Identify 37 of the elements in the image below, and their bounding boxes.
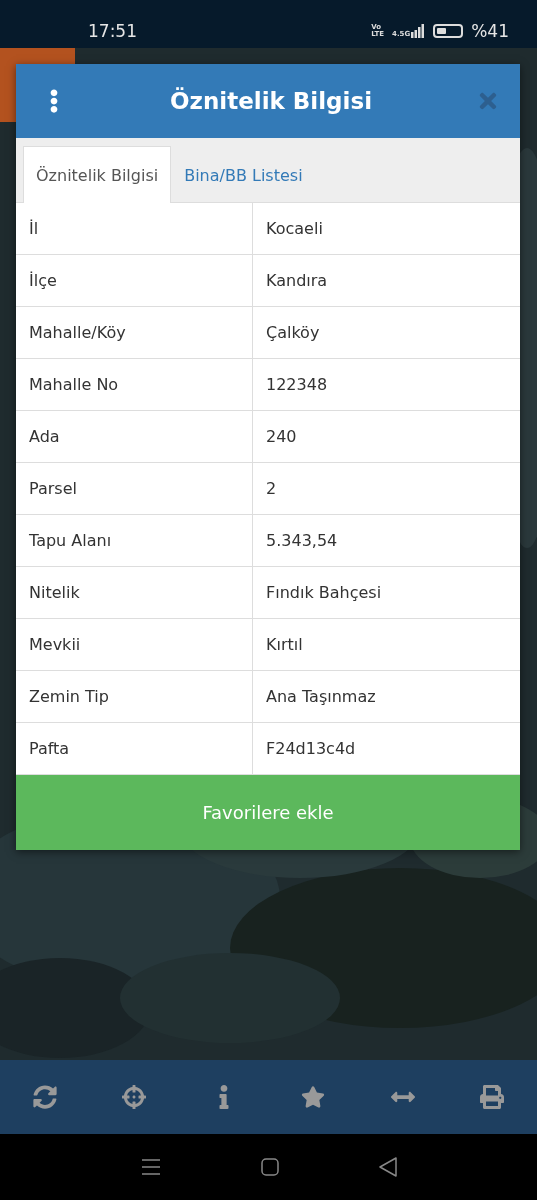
star-icon[interactable] xyxy=(301,1085,326,1109)
table-cell-text: 240 xyxy=(265,426,298,448)
signal-icon xyxy=(411,24,426,38)
back-icon[interactable] xyxy=(378,1157,397,1177)
battery-icon xyxy=(433,24,464,38)
table-cell-text: Kırtıl xyxy=(265,634,304,656)
battery-percent: %41 xyxy=(471,21,509,41)
table-cell-text: Kocaeli xyxy=(265,218,324,240)
table-cell-text: Kandıra xyxy=(265,270,329,292)
add-favorites-button[interactable]: Favorilere ekle xyxy=(16,775,520,850)
menu-icon[interactable] xyxy=(140,1158,161,1176)
table-cell: Parsel xyxy=(16,463,253,514)
table-cell: Mahalle/Köy xyxy=(16,307,253,358)
refresh-icon[interactable] xyxy=(32,1085,57,1109)
tab[interactable]: Öznitelik Bilgisi xyxy=(23,146,172,203)
table-cell: Zemin Tip xyxy=(16,671,253,722)
table-cell: Tapu Alanı xyxy=(16,515,253,566)
clock: 17:51 xyxy=(88,21,137,41)
table-cell-text: Fındık Bahçesi xyxy=(265,582,383,604)
home-icon[interactable] xyxy=(260,1158,279,1176)
table-cell-text: Çalköy xyxy=(265,322,321,344)
table-cell-text: F24d13c4d xyxy=(265,738,357,760)
table-cell: İl xyxy=(16,203,253,254)
table-cell: Nitelik xyxy=(16,567,253,618)
table-cell: Mahalle No xyxy=(16,359,253,410)
table-cell-text: 5.343,54 xyxy=(265,530,339,552)
table-cell: Ada xyxy=(16,411,253,462)
tab[interactable]: Bina/BB Listesi xyxy=(171,146,316,203)
table-cell-text: 122348 xyxy=(265,374,329,396)
table-cell-text: Ana Taşınmaz xyxy=(265,686,377,708)
print-icon[interactable] xyxy=(480,1085,505,1109)
table-cell: Pafta xyxy=(16,723,253,774)
table-cell: Mevkii xyxy=(16,619,253,670)
crosshairs-icon[interactable] xyxy=(122,1085,147,1109)
table-cell-text: 2 xyxy=(265,478,278,500)
dialog-title: Öznitelik Bilgisi xyxy=(168,88,374,114)
table-cell: İlçe xyxy=(16,255,253,306)
